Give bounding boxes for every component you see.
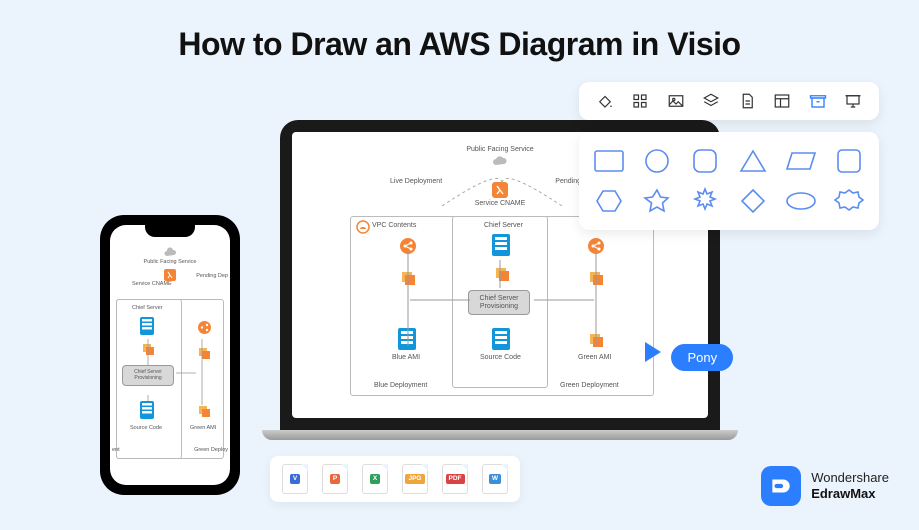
laptop-base [262,430,738,440]
cursor-label: Pony [671,344,733,371]
brand-logo-icon [761,466,801,506]
layers-icon[interactable] [702,92,720,110]
file-excel[interactable]: X [362,464,388,494]
file-visio[interactable]: V [282,464,308,494]
shape-rounded-square2[interactable] [831,146,867,176]
shape-rounded-square[interactable] [687,146,723,176]
label: Public Facing Service [466,146,533,153]
connectors [350,216,654,396]
lambda-icon [164,269,176,281]
image-icon[interactable] [667,92,685,110]
file-format-row: V P X JPG PDF W [270,456,520,502]
brand-text: Wondershare EdrawMax [811,470,889,501]
phone-mockup: Public Facing Service Service CNAME Pend… [100,215,240,495]
shape-star[interactable] [639,186,675,216]
brand-line1: Wondershare [811,470,889,486]
file-pdf[interactable]: PDF [442,464,468,494]
shape-seal[interactable] [831,186,867,216]
file-word[interactable]: W [482,464,508,494]
label: Green Deployment [560,382,619,389]
shape-ellipse[interactable] [783,186,819,216]
layout-icon[interactable] [773,92,791,110]
presentation-icon[interactable] [844,92,862,110]
page-title: How to Draw an AWS Diagram in Visio [0,0,919,63]
shape-diamond[interactable] [735,186,771,216]
cloud-icon [163,247,177,258]
file-ppt[interactable]: P [322,464,348,494]
shape-rectangle[interactable] [591,146,627,176]
fill-icon[interactable] [596,92,614,110]
shape-parallelogram[interactable] [783,146,819,176]
label: Public Facing Service [144,259,197,265]
page-icon[interactable] [738,92,756,110]
shape-hexagon[interactable] [591,186,627,216]
connectors [116,299,224,459]
tools-panel [579,82,879,230]
shape-circle[interactable] [639,146,675,176]
phone-canvas: Public Facing Service Service CNAME Pend… [110,225,230,485]
toolbar [579,82,879,120]
label: Pending Dep [196,273,228,279]
shape-triangle[interactable] [735,146,771,176]
brand-logo-group: Wondershare EdrawMax [761,466,889,506]
label: Blue Deployment [374,382,427,389]
archive-icon[interactable] [809,92,827,110]
shapes-panel [579,132,879,230]
grid-icon[interactable] [631,92,649,110]
cursor-icon [645,342,661,362]
brand-line2: EdrawMax [811,486,889,502]
label: Service CNAME [132,281,172,287]
file-jpg[interactable]: JPG [402,464,428,494]
phone-notch [145,225,195,237]
collab-cursor: Pony [645,342,733,371]
shape-burst[interactable] [687,186,723,216]
